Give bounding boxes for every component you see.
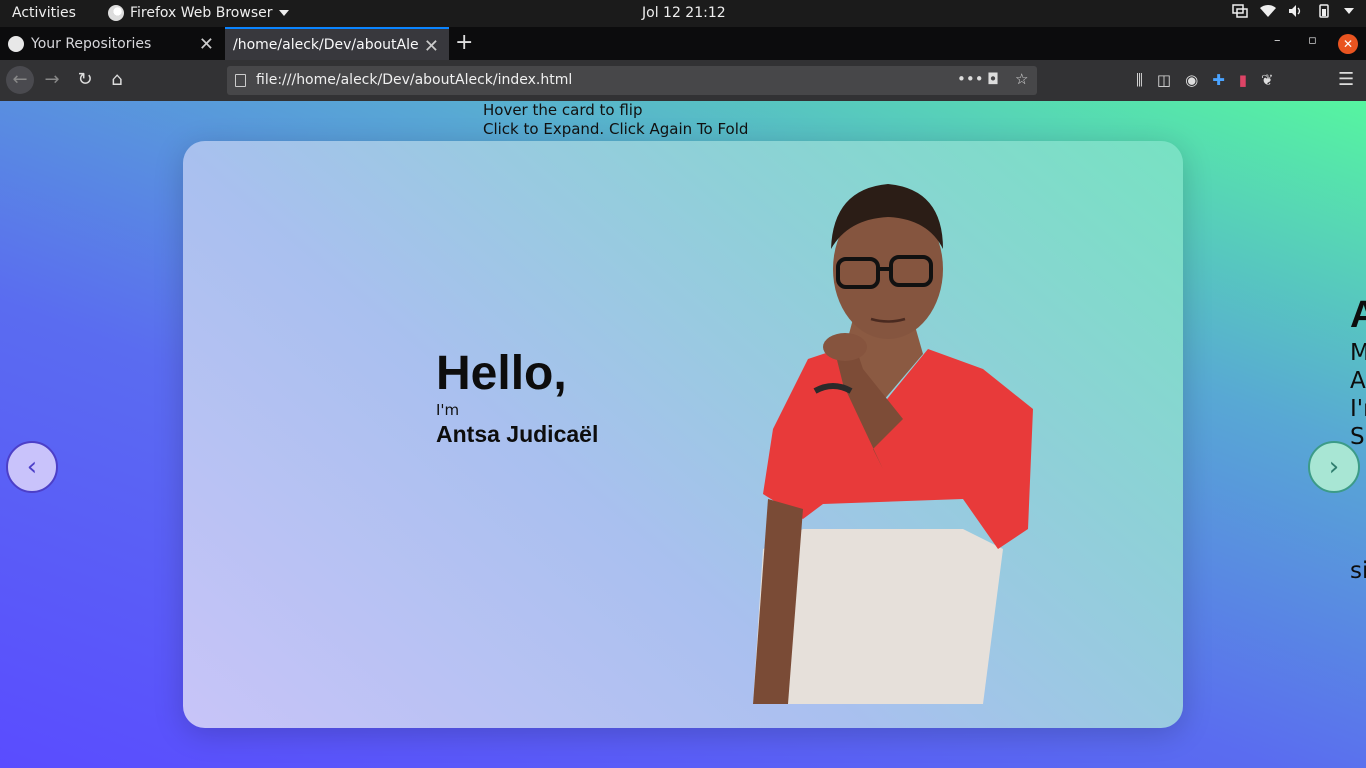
url-bar[interactable]: file:///home/aleck/Dev/aboutAleck/index.… (227, 66, 1037, 95)
hint-expand: Click to Expand. Click Again To Fold (483, 120, 749, 138)
system-tray[interactable] (1232, 4, 1354, 18)
app-menu-label: Firefox Web Browser (130, 5, 273, 21)
tab-strip: Your Repositories ✕ /home/aleck/Dev/abou… (0, 27, 1366, 60)
portrait-photo (753, 184, 1033, 704)
clock[interactable]: Jol 12 21:12 (642, 5, 726, 21)
tab-your-repositories[interactable]: Your Repositories ✕ (0, 27, 224, 60)
greeting-heading: Hello, (436, 347, 567, 400)
peek-heading: A (1350, 294, 1366, 336)
intro-text: I'm (436, 401, 460, 419)
close-icon[interactable]: ✕ (199, 34, 214, 55)
toolbar-icons: ⫼ ◫ ◉ ✚ ▮ ❦ (1136, 71, 1274, 89)
extension-icon[interactable]: ✚ (1212, 71, 1225, 89)
stats-extension-icon[interactable]: ▮ (1239, 71, 1247, 89)
peek-line: Sl (1350, 424, 1366, 450)
page-icon (235, 74, 246, 87)
bookmark-star-icon[interactable]: ☆ (1015, 70, 1028, 88)
next-card-peek: A M A I'r Sl si (1350, 291, 1366, 584)
chevron-down-icon (278, 10, 289, 16)
account-icon[interactable]: ◉ (1185, 71, 1198, 89)
pocket-icon[interactable]: ◘ (987, 70, 999, 88)
reload-icon[interactable]: ↻ (71, 66, 99, 94)
firefox-icon (108, 5, 124, 21)
gnome-extension-icon[interactable]: ❦ (1261, 71, 1274, 89)
profile-card[interactable]: Hello, I'm Antsa Judicaël (183, 141, 1183, 728)
battery-icon (1319, 4, 1329, 18)
close-icon[interactable]: ✕ (424, 36, 439, 57)
hint-flip: Hover the card to flip (483, 101, 643, 119)
tab-label: Your Repositories (31, 35, 152, 52)
window-close-icon[interactable]: ✕ (1338, 34, 1358, 54)
url-text[interactable]: file:///home/aleck/Dev/aboutAleck/index.… (256, 72, 572, 88)
instruction-text: Hover the card to flip Click to Expand. … (483, 101, 748, 139)
library-icon[interactable]: ⫼ (1136, 71, 1143, 89)
home-icon[interactable]: ⌂ (103, 66, 131, 94)
hamburger-menu-icon[interactable]: ☰ (1338, 69, 1354, 90)
maximize-icon[interactable]: ▫ (1308, 33, 1317, 48)
person-name: Antsa Judicaël (436, 421, 599, 447)
navigation-toolbar: ← → ↻ ⌂ file:///home/aleck/Dev/aboutAlec… (0, 60, 1366, 101)
wifi-icon (1260, 4, 1276, 18)
peek-line: si (1350, 558, 1366, 584)
page-actions-icon[interactable]: ••• (957, 70, 984, 88)
new-tab-icon[interactable]: + (455, 30, 473, 55)
tab-about-aleck[interactable]: /home/aleck/Dev/aboutAleck ✕ (225, 27, 449, 60)
app-menu[interactable]: Firefox Web Browser (108, 5, 289, 21)
tab-label: /home/aleck/Dev/aboutAleck (233, 36, 418, 53)
forward-icon[interactable]: → (38, 66, 66, 94)
peek-line: A (1350, 368, 1366, 394)
previous-slide-button[interactable]: ‹ (6, 441, 58, 493)
peek-line: I'r (1350, 396, 1366, 422)
screen-share-icon (1232, 4, 1248, 18)
peek-line: M (1350, 340, 1366, 366)
chevron-down-icon (1344, 8, 1354, 14)
system-top-bar: Activities Firefox Web Browser Jol 12 21… (0, 0, 1366, 27)
minimize-icon[interactable]: – (1274, 33, 1281, 48)
back-icon[interactable]: ← (6, 66, 34, 94)
page-content: Hover the card to flip Click to Expand. … (0, 101, 1366, 768)
github-icon (8, 35, 24, 52)
volume-icon (1289, 5, 1301, 17)
sidebar-icon[interactable]: ◫ (1157, 71, 1171, 89)
activities-button[interactable]: Activities (12, 5, 76, 21)
